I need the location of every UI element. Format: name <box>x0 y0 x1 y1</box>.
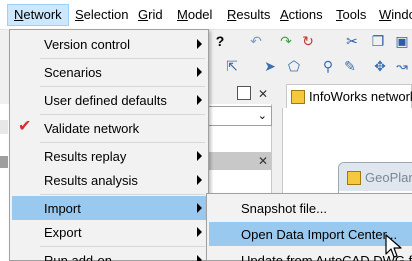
submenu-arrow-icon <box>197 203 202 213</box>
explorer-dropdown[interactable]: ⌄ <box>206 106 272 126</box>
edit-node-icon[interactable]: ✎ <box>342 58 358 74</box>
left-scrap-1 <box>0 120 8 134</box>
zoom-icon[interactable]: ⚲ <box>320 58 336 74</box>
submenu-item-update-from-autocad[interactable]: Update from AutoCAD DWG file <box>209 248 412 261</box>
menu-separator <box>40 58 205 59</box>
checkmark-icon: ✔ <box>18 118 32 135</box>
chevron-down-icon: ⌄ <box>257 110 267 122</box>
undo-icon[interactable]: ↶ <box>248 33 264 49</box>
select-polygon-icon[interactable]: ⬠ <box>286 58 302 74</box>
paste-icon[interactable]: ▣ <box>394 33 410 49</box>
select-icon[interactable]: ⇱ <box>224 58 240 74</box>
mouse-cursor-icon <box>385 234 402 258</box>
pointer-icon[interactable]: ➤ <box>262 58 278 74</box>
toolbar: ? ↶ ↷ ↻ ✂ ❐ ▣ ⇱ ➤ ⬠ ⚲ ✎ ✥ ↝ <box>204 30 412 84</box>
geoplan-title: GeoPlan <box>365 170 412 185</box>
menu-item-user-defined-defaults[interactable]: User defined defaults <box>12 88 208 112</box>
menu-network[interactable]: Network <box>7 4 69 26</box>
redo-icon[interactable]: ↷ <box>278 33 294 49</box>
submenu-arrow-icon <box>197 175 202 185</box>
properties-close-icon[interactable]: ✕ <box>258 155 268 167</box>
menu-actions[interactable]: Actions <box>274 4 329 26</box>
menu-item-version-control[interactable]: Version control <box>12 32 208 56</box>
menu-grid[interactable]: Grid <box>132 4 169 26</box>
submenu-arrow-icon <box>197 67 202 77</box>
submenu-item-snapshot-file[interactable]: Snapshot file... <box>209 196 412 220</box>
help-icon[interactable]: ? <box>212 33 228 49</box>
menu-item-results-replay[interactable]: Results replay <box>12 144 208 168</box>
menu-model[interactable]: Model <box>171 4 218 26</box>
menu-results[interactable]: Results <box>221 4 276 26</box>
menu-bar: Network Selection Grid Model Results Act… <box>0 0 412 30</box>
menu-item-export[interactable]: Export <box>12 220 208 244</box>
cut-icon[interactable]: ✂ <box>344 33 360 49</box>
menu-separator <box>40 86 205 87</box>
network-menu: Version control Scenarios User defined d… <box>9 29 209 261</box>
menu-item-results-analysis[interactable]: Results analysis <box>12 168 208 192</box>
menu-item-scenarios[interactable]: Scenarios <box>12 60 208 84</box>
submenu-arrow-icon <box>197 227 202 237</box>
menu-separator <box>40 142 205 143</box>
menu-item-run-add-on[interactable]: Run add-on <box>12 248 208 261</box>
menu-network-rest: etwork <box>23 7 62 22</box>
move-icon[interactable]: ✥ <box>372 58 388 74</box>
submenu-arrow-icon <box>197 151 202 161</box>
panel-pin-icon[interactable] <box>237 86 251 100</box>
submenu-arrow-icon <box>197 95 202 105</box>
menu-separator <box>40 114 205 115</box>
network-icon <box>291 90 305 104</box>
menu-tools[interactable]: Tools <box>330 4 372 26</box>
menu-window[interactable]: Windo <box>373 4 412 26</box>
menu-separator <box>40 246 205 247</box>
copy-icon[interactable]: ❐ <box>370 33 386 49</box>
menu-selection[interactable]: Selection <box>69 4 134 26</box>
geoplan-titlebar[interactable]: GeoPlan <box>339 163 412 191</box>
submenu-arrow-icon <box>197 255 202 261</box>
import-submenu: Snapshot file... Open Data Import Center… <box>206 193 412 261</box>
menu-item-import[interactable]: Import <box>12 196 208 220</box>
document-tab[interactable]: InfoWorks network <box>286 84 412 108</box>
menu-separator <box>40 194 205 195</box>
geoplan-icon <box>347 171 361 185</box>
left-scrap-2 <box>0 156 8 168</box>
link-icon[interactable]: ↝ <box>394 58 410 74</box>
submenu-item-open-data-import-center[interactable]: Open Data Import Center... <box>209 222 412 246</box>
refresh-icon[interactable]: ↻ <box>300 33 316 49</box>
panel-close-icon[interactable]: ✕ <box>258 88 268 100</box>
document-tab-label: InfoWorks network <box>309 89 412 104</box>
menu-item-validate-network[interactable]: ✔ Validate network <box>12 116 208 140</box>
submenu-arrow-icon <box>197 39 202 49</box>
